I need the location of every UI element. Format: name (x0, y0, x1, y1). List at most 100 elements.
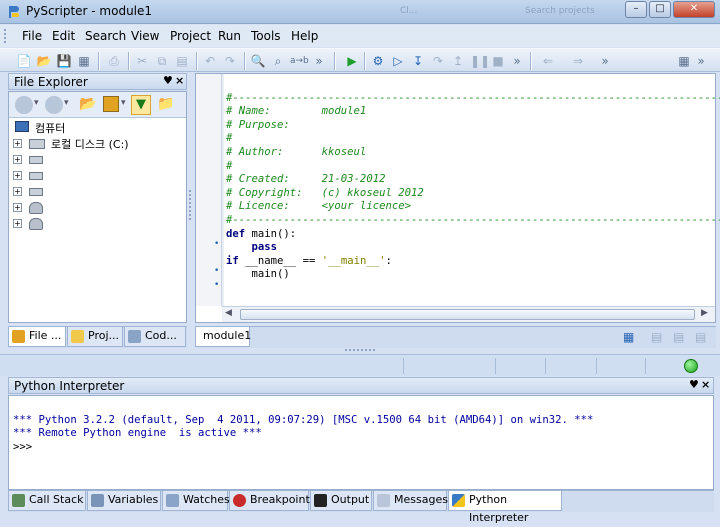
tab-watches[interactable]: Watches (162, 491, 230, 511)
chevron-down-icon[interactable]: ▾ (64, 98, 69, 108)
file-explorer-panel: ▾ ▾ 📂 ▾ ▼ 📁 컴퓨터 + 로컬 디스크 (C:) + + + + + (8, 91, 187, 323)
tab-close-icon[interactable]: ▤ (695, 330, 706, 344)
close-panel-icon[interactable]: × (175, 74, 184, 87)
nav-forward-icon[interactable] (45, 96, 63, 114)
replace-icon[interactable]: a→b (290, 53, 309, 69)
toolbar-overflow-icon[interactable]: » (696, 53, 706, 69)
tab-file-explorer[interactable]: File ... (8, 327, 66, 347)
open-file-icon[interactable]: 📂 (36, 53, 52, 69)
menu-help[interactable]: Help (291, 29, 318, 43)
print-icon[interactable]: ⎙ (106, 53, 122, 69)
tree-item-drive[interactable]: + (13, 216, 173, 232)
expand-icon[interactable]: + (13, 219, 22, 228)
scrollbar-thumb[interactable] (240, 309, 695, 320)
tree-item-drive[interactable]: + (13, 200, 173, 216)
minimize-button[interactable]: – (625, 1, 647, 18)
menu-edit[interactable]: Edit (52, 29, 75, 43)
code-line: #---------------------------------------… (226, 91, 720, 104)
save-all-icon[interactable]: ▦ (76, 53, 92, 69)
tab-code-explorer[interactable]: Cod... (124, 327, 186, 347)
chevron-down-icon[interactable]: ▾ (121, 98, 126, 108)
forward-icon[interactable]: ⇒ (570, 53, 586, 69)
step-out-icon[interactable]: ↥ (450, 53, 466, 69)
tab-label: Proj... (88, 329, 119, 342)
toolbar-overflow-icon[interactable]: » (314, 53, 324, 69)
menu-grip-icon (4, 29, 8, 43)
scroll-right-icon[interactable]: ▶ (701, 308, 708, 318)
pin-icon[interactable]: ♥ (689, 378, 699, 391)
tab-python-interpreter[interactable]: Python Interpreter (448, 491, 562, 524)
tab-call-stack[interactable]: Call Stack (8, 491, 86, 511)
tree-item-computer[interactable]: 컴퓨터 (13, 120, 173, 136)
prompt-line[interactable]: >>> (13, 441, 593, 455)
undo-icon[interactable]: ↶ (202, 53, 218, 69)
nav-back-icon[interactable] (15, 96, 33, 114)
find-icon[interactable]: 🔍 (250, 53, 266, 69)
code-text[interactable]: #---------------------------------------… (226, 78, 720, 309)
tree-item-local-disk[interactable]: + 로컬 디스크 (C:) (13, 136, 173, 152)
tree-item-drive[interactable]: + (13, 184, 173, 200)
menu-view[interactable]: View (131, 29, 159, 43)
folder-view-icon[interactable] (103, 96, 119, 112)
vertical-splitter[interactable] (189, 190, 193, 220)
menu-file[interactable]: File (22, 29, 42, 43)
tree-item-drive[interactable]: + (13, 168, 173, 184)
cut-icon[interactable]: ✂ (134, 53, 150, 69)
layout-icon[interactable]: ▦ (676, 53, 692, 69)
breakpoint-marker-icon[interactable]: • (214, 280, 219, 290)
menu-project[interactable]: Project (170, 29, 211, 43)
run-to-cursor-icon[interactable]: ▷ (390, 53, 406, 69)
abort-icon[interactable]: ■ (490, 53, 506, 69)
step-over-icon[interactable]: ↷ (430, 53, 446, 69)
breakpoint-marker-icon[interactable]: • (214, 266, 219, 276)
tab-module1[interactable]: module1 (195, 327, 251, 347)
interpreter-output[interactable]: *** Python 3.2.2 (default, Sep 4 2011, 0… (13, 400, 593, 482)
copy-icon[interactable]: ⧉ (154, 53, 170, 69)
horizontal-scrollbar[interactable]: ◀ ▶ (222, 306, 715, 322)
code-editor[interactable]: • • • #---------------------------------… (195, 73, 720, 323)
menu-tools[interactable]: Tools (251, 29, 281, 43)
fold-margin (222, 74, 224, 306)
menu-search[interactable]: Search (85, 29, 126, 43)
save-icon[interactable]: 💾 (56, 53, 72, 69)
folder-up-icon[interactable]: 📂 (79, 96, 96, 112)
pin-icon[interactable]: ♥ (163, 74, 173, 87)
tab-split-icon[interactable]: ▤ (673, 330, 684, 344)
tab-list-icon[interactable]: ▤ (651, 330, 662, 344)
tab-layout-icon[interactable]: ▦ (623, 330, 634, 344)
step-into-icon[interactable]: ↧ (410, 53, 426, 69)
redo-icon[interactable]: ↷ (222, 53, 238, 69)
maximize-button[interactable]: □ (649, 1, 671, 18)
tab-messages[interactable]: Messages (373, 491, 448, 511)
tree-item-drive[interactable]: + (13, 152, 173, 168)
python-interpreter-console[interactable]: *** Python 3.2.2 (default, Sep 4 2011, 0… (8, 395, 714, 490)
tab-variables[interactable]: Variables (87, 491, 161, 511)
expand-icon[interactable]: + (13, 187, 22, 196)
expand-icon[interactable]: + (13, 155, 22, 164)
scroll-left-icon[interactable]: ◀ (225, 308, 232, 318)
toolbar-overflow-icon[interactable]: » (512, 53, 522, 69)
expand-icon[interactable]: + (13, 139, 22, 148)
close-button[interactable]: ✕ (673, 1, 715, 18)
filter-icon[interactable]: ▼ (131, 95, 151, 115)
close-panel-icon[interactable]: × (701, 378, 710, 391)
new-file-icon[interactable]: 📄 (16, 53, 32, 69)
tab-project-explorer[interactable]: Proj... (67, 327, 123, 347)
horizontal-splitter[interactable] (345, 349, 375, 352)
run-icon[interactable]: ▶ (344, 53, 360, 69)
tab-output[interactable]: Output (310, 491, 372, 511)
debug-icon[interactable]: ⚙ (370, 53, 386, 69)
chevron-down-icon[interactable]: ▾ (34, 98, 39, 108)
tab-breakpoints[interactable]: Breakpoints (229, 491, 316, 511)
expand-icon[interactable]: + (13, 171, 22, 180)
paste-icon[interactable]: ▤ (174, 53, 190, 69)
status-separator (495, 358, 496, 374)
expand-icon[interactable]: + (13, 203, 22, 212)
toolbar-overflow-icon[interactable]: » (600, 53, 610, 69)
folder-settings-icon[interactable]: 📁 (157, 96, 174, 112)
find-next-icon[interactable]: ⌕ (270, 53, 286, 69)
breakpoint-marker-icon[interactable]: • (214, 239, 219, 249)
pause-icon[interactable]: ❚❚ (470, 53, 490, 69)
back-icon[interactable]: ⇐ (540, 53, 556, 69)
menu-run[interactable]: Run (218, 29, 241, 43)
